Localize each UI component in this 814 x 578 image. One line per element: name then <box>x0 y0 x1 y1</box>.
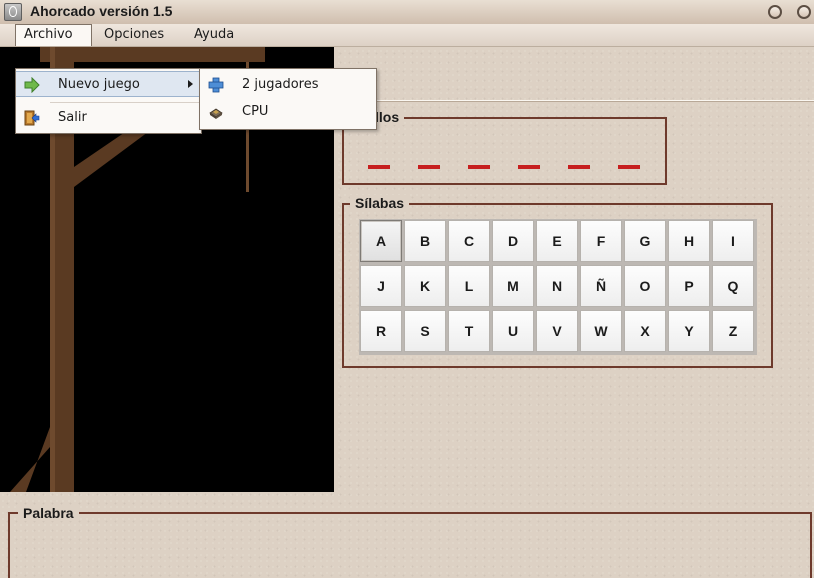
fallo-dash <box>568 165 590 169</box>
letter-key-k[interactable]: K <box>404 265 446 307</box>
submenu-arrow-icon <box>188 80 193 88</box>
exit-door-icon <box>24 110 40 126</box>
minimize-button[interactable] <box>768 5 782 19</box>
nuevo-juego-submenu: 2 jugadores CPU <box>199 68 377 130</box>
letter-key-ñ[interactable]: Ñ <box>580 265 622 307</box>
menu-ayuda[interactable]: Ayuda <box>186 24 246 46</box>
letter-key-p[interactable]: P <box>668 265 710 307</box>
app-window: Ahorcado versión 1.5 Archivo Opciones Ay… <box>0 0 814 578</box>
letter-key-a[interactable]: A <box>360 220 402 262</box>
letter-key-l[interactable]: L <box>448 265 490 307</box>
letter-key-v[interactable]: V <box>536 310 578 352</box>
letter-key-n[interactable]: N <box>536 265 578 307</box>
maximize-button[interactable] <box>797 5 811 19</box>
menu-separator <box>50 102 199 103</box>
menu-item-label: Salir <box>58 110 87 125</box>
letter-key-e[interactable]: E <box>536 220 578 262</box>
green-arrow-icon <box>24 77 40 93</box>
palabra-title: Palabra <box>18 505 79 521</box>
palabra-groupbox <box>8 512 812 578</box>
letter-key-t[interactable]: T <box>448 310 490 352</box>
archivo-dropdown: Nuevo juego Salir <box>15 68 202 134</box>
fallo-dash <box>468 165 490 169</box>
menu-opciones[interactable]: Opciones <box>96 24 184 46</box>
letter-key-c[interactable]: C <box>448 220 490 262</box>
letter-keyboard: ABCDEFGHI JKLMNÑOPQ RSTUVWXYZ <box>359 219 757 355</box>
letter-key-h[interactable]: H <box>668 220 710 262</box>
letter-key-i[interactable]: I <box>712 220 754 262</box>
letter-key-z[interactable]: Z <box>712 310 754 352</box>
letter-key-y[interactable]: Y <box>668 310 710 352</box>
menu-item-salir[interactable]: Salir <box>16 105 201 131</box>
letter-key-x[interactable]: X <box>624 310 666 352</box>
fallo-dash <box>518 165 540 169</box>
letter-key-s[interactable]: S <box>404 310 446 352</box>
menu-item-nuevo-juego[interactable]: Nuevo juego <box>16 71 201 97</box>
title-bar[interactable]: Ahorcado versión 1.5 <box>0 0 814 25</box>
letter-key-q[interactable]: Q <box>712 265 754 307</box>
cpu-chip-icon <box>209 108 223 119</box>
menu-item-2-jugadores[interactable]: 2 jugadores <box>200 72 376 98</box>
menu-item-cpu[interactable]: CPU <box>200 99 376 125</box>
app-icon[interactable] <box>4 3 22 21</box>
fallos-groupbox <box>342 117 667 185</box>
menu-archivo[interactable]: Archivo <box>15 24 92 46</box>
letter-key-j[interactable]: J <box>360 265 402 307</box>
menu-item-label: 2 jugadores <box>242 77 319 92</box>
silabas-title: Sílabas <box>350 195 410 211</box>
menu-bar: Archivo Opciones Ayuda <box>0 24 814 47</box>
panel-divider <box>334 100 814 101</box>
letter-key-m[interactable]: M <box>492 265 534 307</box>
letter-key-g[interactable]: G <box>624 220 666 262</box>
letter-key-o[interactable]: O <box>624 265 666 307</box>
fallo-dash <box>418 165 440 169</box>
plus-icon <box>208 77 224 93</box>
fallo-dash <box>618 165 640 169</box>
letter-key-w[interactable]: W <box>580 310 622 352</box>
letter-key-f[interactable]: F <box>580 220 622 262</box>
letter-key-r[interactable]: R <box>360 310 402 352</box>
letter-key-d[interactable]: D <box>492 220 534 262</box>
gallows-base <box>10 427 50 492</box>
menu-item-label: Nuevo juego <box>58 77 140 92</box>
fallo-dash <box>368 165 390 169</box>
letter-key-u[interactable]: U <box>492 310 534 352</box>
menu-item-label: CPU <box>242 104 269 119</box>
window-title: Ahorcado versión 1.5 <box>30 3 173 19</box>
letter-key-b[interactable]: B <box>404 220 446 262</box>
